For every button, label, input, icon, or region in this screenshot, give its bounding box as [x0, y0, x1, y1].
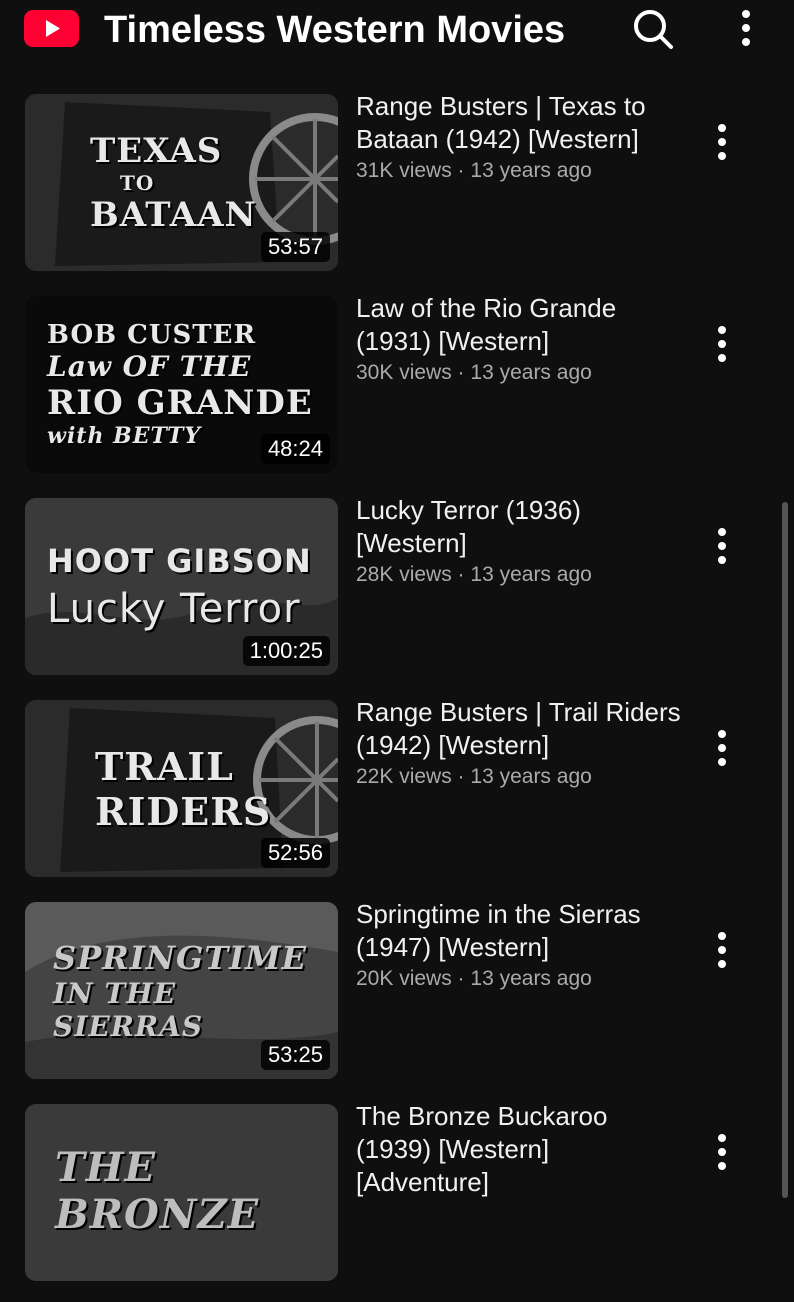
- duration-badge: 48:24: [260, 434, 330, 464]
- more-vert-icon[interactable]: [706, 1130, 738, 1174]
- thumbnail-text-line: HOOT GIBSON: [47, 541, 312, 580]
- search-icon[interactable]: [630, 6, 676, 52]
- video-meta[interactable]: Range Busters | Texas to Bataan (1942) […: [356, 90, 686, 186]
- video-item[interactable]: THE BRONZE The Bronze Buckaroo (1939) [W…: [0, 1100, 794, 1302]
- video-stats: 30K views · 13 years ago: [356, 361, 592, 384]
- upload-age: 13 years ago: [470, 765, 592, 788]
- video-list: TEXAS TO BATAAN 53:57 Range Busters | Te…: [0, 90, 794, 1302]
- thumbnail-text-line: RIO GRANDE: [47, 383, 313, 423]
- video-thumbnail[interactable]: HOOT GIBSON Lucky Terror 1:00:25: [25, 498, 338, 675]
- channel-title: Timeless Western Movies: [104, 9, 566, 51]
- more-vert-icon[interactable]: [706, 524, 738, 568]
- scrollbar[interactable]: [782, 502, 788, 1198]
- video-stats: 20K views · 13 years ago: [356, 967, 592, 990]
- thumbnail-text-line: TEXAS: [90, 130, 223, 171]
- video-stats: 22K views · 13 years ago: [356, 765, 592, 788]
- duration-badge: 52:56: [260, 838, 330, 868]
- thumbnail-text-line: TRAIL: [95, 743, 234, 789]
- view-count: 20K views: [356, 967, 452, 990]
- thumbnail-text-line: RIDERS: [95, 788, 272, 834]
- video-meta[interactable]: Lucky Terror (1936) [Western] 28K views …: [356, 494, 686, 590]
- video-title[interactable]: Springtime in the Sierras (1947) [Wester…: [356, 898, 686, 964]
- video-meta[interactable]: Springtime in the Sierras (1947) [Wester…: [356, 898, 686, 994]
- video-item[interactable]: TEXAS TO BATAAN 53:57 Range Busters | Te…: [0, 90, 794, 292]
- video-title[interactable]: The Bronze Buckaroo (1939) [Western] [Ad…: [356, 1100, 686, 1199]
- video-meta[interactable]: Law of the Rio Grande (1931) [Western] 3…: [356, 292, 686, 388]
- video-item[interactable]: TRAIL RIDERS 52:56 Range Busters | Trail…: [0, 696, 794, 898]
- upload-age: 13 years ago: [470, 159, 592, 182]
- thumbnail-text-line: TO: [120, 170, 155, 195]
- video-item[interactable]: BOB CUSTER Law OF THE RIO GRANDE with BE…: [0, 292, 794, 494]
- duration-badge: 53:25: [260, 1040, 330, 1070]
- more-vert-icon[interactable]: [706, 726, 738, 770]
- video-item[interactable]: HOOT GIBSON Lucky Terror 1:00:25 Lucky T…: [0, 494, 794, 696]
- video-thumbnail[interactable]: SPRINGTIME IN THE SIERRAS 53:25: [25, 902, 338, 1079]
- thumbnail-text-line: SPRINGTIME: [53, 938, 307, 977]
- video-stats: 31K views · 13 years ago: [356, 159, 592, 182]
- video-item[interactable]: SPRINGTIME IN THE SIERRAS 53:25 Springti…: [0, 898, 794, 1100]
- video-thumbnail[interactable]: THE BRONZE: [25, 1104, 338, 1281]
- upload-age: 13 years ago: [470, 361, 592, 384]
- app-header: Timeless Western Movies: [0, 0, 794, 60]
- thumbnail-text-line: with BETTY: [47, 423, 202, 449]
- thumbnail-text-line: Law OF THE: [47, 350, 252, 383]
- video-meta[interactable]: The Bronze Buckaroo (1939) [Western] [Ad…: [356, 1100, 686, 1199]
- youtube-logo-icon[interactable]: [24, 10, 79, 47]
- video-thumbnail[interactable]: BOB CUSTER Law OF THE RIO GRANDE with BE…: [25, 296, 338, 473]
- more-vert-icon[interactable]: [730, 6, 762, 50]
- video-title[interactable]: Range Busters | Trail Riders (1942) [Wes…: [356, 696, 686, 762]
- view-count: 31K views: [356, 159, 452, 182]
- view-count: 22K views: [356, 765, 452, 788]
- video-stats: 28K views · 13 years ago: [356, 563, 592, 586]
- video-title[interactable]: Law of the Rio Grande (1931) [Western]: [356, 292, 686, 358]
- duration-badge: 1:00:25: [242, 636, 330, 666]
- view-count: 30K views: [356, 361, 452, 384]
- thumbnail-text-line: THE BRONZE: [55, 1144, 260, 1238]
- video-title[interactable]: Range Busters | Texas to Bataan (1942) […: [356, 90, 686, 156]
- thumbnail-text-line: BOB CUSTER: [47, 320, 257, 350]
- video-thumbnail[interactable]: TRAIL RIDERS 52:56: [25, 700, 338, 877]
- more-vert-icon[interactable]: [706, 322, 738, 366]
- thumbnail-text: THE BRONZE: [35, 1104, 328, 1281]
- thumbnail-text-line: BATAAN: [90, 194, 257, 235]
- upload-age: 13 years ago: [470, 967, 592, 990]
- duration-badge: 53:57: [260, 232, 330, 262]
- video-thumbnail[interactable]: TEXAS TO BATAAN 53:57: [25, 94, 338, 271]
- video-title[interactable]: Lucky Terror (1936) [Western]: [356, 494, 686, 560]
- more-vert-icon[interactable]: [706, 928, 738, 972]
- view-count: 28K views: [356, 563, 452, 586]
- thumbnail-text-line: IN THE SIERRAS: [53, 976, 204, 1043]
- upload-age: 13 years ago: [470, 563, 592, 586]
- more-vert-icon[interactable]: [706, 120, 738, 164]
- thumbnail-text-line: Lucky Terror: [47, 585, 301, 632]
- video-meta[interactable]: Range Busters | Trail Riders (1942) [Wes…: [356, 696, 686, 792]
